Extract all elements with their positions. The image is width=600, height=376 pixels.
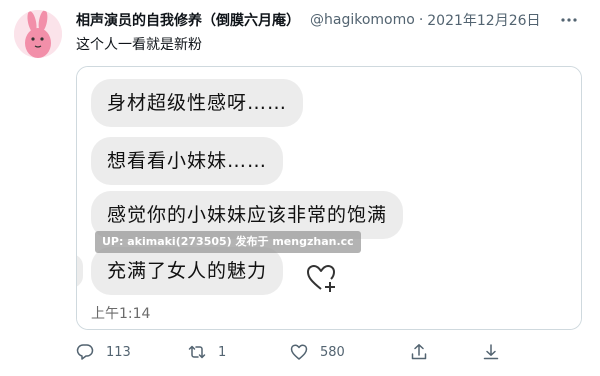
chat-message: 想看看小妹妹…… — [91, 137, 284, 185]
chat-time: 上午1:14 — [91, 306, 151, 322]
share-icon — [411, 344, 427, 360]
more-icon[interactable] — [560, 12, 578, 28]
reply-icon — [76, 344, 94, 360]
chat-screenshot: 身材超级性感呀…… 想看看小妹妹…… 感觉你的小妹妹应该非常的饱满 充满了女人的… — [77, 67, 581, 329]
rabbit-avatar-icon — [14, 10, 62, 58]
heart-plus-icon — [307, 265, 335, 292]
chat-message: 身材超级性感呀…… — [91, 79, 304, 127]
like-button[interactable]: 580 — [290, 340, 345, 364]
retweet-icon — [188, 345, 206, 359]
like-count: 580 — [320, 344, 345, 360]
tweet-image[interactable]: 身材超级性感呀…… 想看看小妹妹…… 感觉你的小妹妹应该非常的饱满 充满了女人的… — [76, 66, 582, 330]
watermark: UP: akimaki(273505) 发布于 mengzhan.cc — [95, 231, 361, 253]
download-icon — [483, 344, 499, 360]
download-button[interactable] — [482, 340, 500, 364]
retweet-count: 1 — [218, 344, 227, 360]
author-name[interactable]: 相声演员的自我修养（倒膜六月庵） — [76, 10, 300, 30]
tweet-header: 相声演员的自我修养（倒膜六月庵） @hagikomomo · 2021年12月2… — [76, 10, 590, 30]
separator-dot: · — [418, 12, 424, 28]
like-icon — [290, 344, 308, 360]
tweet-actions: 113 1 580 — [76, 340, 576, 364]
author-handle[interactable]: @hagikomomo — [310, 12, 415, 28]
chat-message: 充满了女人的魅力 — [91, 247, 284, 295]
avatar[interactable] — [14, 10, 62, 58]
chat-bubble-edge — [77, 254, 83, 288]
reply-button[interactable]: 113 — [76, 340, 131, 364]
reply-count: 113 — [106, 344, 131, 360]
tweet-date[interactable]: 2021年12月26日 — [427, 10, 540, 30]
retweet-button[interactable]: 1 — [188, 340, 226, 364]
share-button[interactable] — [410, 340, 428, 364]
tweet-text: 这个人一看就是新粉 — [76, 37, 202, 53]
